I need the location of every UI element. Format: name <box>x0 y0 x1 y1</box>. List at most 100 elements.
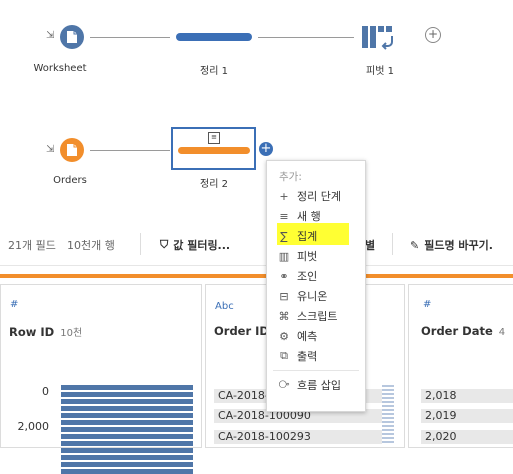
histogram-bar[interactable] <box>61 462 193 467</box>
menu-divider <box>273 370 359 371</box>
field-name: Order Date 4 <box>421 324 505 338</box>
script-icon: ⌘ <box>278 309 290 323</box>
hidden-fields-label: 별 <box>365 239 376 252</box>
menu-item-join[interactable]: ⚭ 조인 <box>267 266 365 286</box>
scroll-density-bar[interactable] <box>382 385 394 445</box>
field-count-badge: 4 <box>498 327 506 338</box>
field-count-badge: 10천 <box>60 328 83 339</box>
pivot1-node-label: 피벗 1 <box>366 66 394 77</box>
menu-item-label: 집계 <box>297 230 318 243</box>
field-name: Row ID 10천 <box>9 324 82 339</box>
histogram-bar[interactable] <box>61 469 193 474</box>
document-icon <box>67 31 77 43</box>
add-step-icon[interactable]: + <box>425 27 441 43</box>
clean1-node[interactable] <box>176 33 252 41</box>
pivot-node-icon <box>362 26 393 50</box>
axis-tick-label: 2,000 <box>17 420 50 433</box>
histogram-bar[interactable] <box>61 427 193 432</box>
clean2-node-label: 정리 2 <box>200 179 228 190</box>
menu-item-label: 유니온 <box>297 290 328 303</box>
menu-item-pivot[interactable]: ▥ 피벗 <box>267 246 365 266</box>
menu-item-script[interactable]: ⌘ 스크립트 <box>267 306 365 326</box>
menu-item-label: 정리 단계 <box>297 190 341 203</box>
value-row[interactable]: 2,020 <box>421 430 513 444</box>
histogram-bar[interactable] <box>61 385 193 390</box>
rename-fields-label: 필드명 바꾸기. <box>424 239 493 252</box>
orders-node-label: Orders <box>53 175 87 186</box>
sigma-icon: ∑ <box>280 229 288 243</box>
rename-fields-button[interactable]: ✎ 필드명 바꾸기. <box>410 237 493 253</box>
pivot1-node[interactable] <box>360 24 400 54</box>
menu-item-output[interactable]: ⧉ 출력 <box>267 346 365 366</box>
string-type-icon[interactable]: Abc <box>215 301 234 312</box>
filter-values-button[interactable]: ⛉ 값 필터링... <box>160 237 230 253</box>
filter-icon: ⛉ <box>160 238 169 251</box>
menu-item-label: 출력 <box>297 350 318 363</box>
menu-item-label: 조인 <box>297 270 318 283</box>
rename-icon: ✎ <box>410 238 420 252</box>
number-type-icon[interactable]: # <box>423 299 431 310</box>
connector-line <box>90 150 170 151</box>
connector-line <box>258 37 354 38</box>
menu-item-label: 새 행 <box>297 210 321 223</box>
menu-item-label: 피벗 <box>297 250 318 263</box>
connector-line <box>90 37 170 38</box>
field-name-text: Row ID <box>9 325 55 339</box>
histogram-bar[interactable] <box>61 441 193 446</box>
histogram-bar[interactable] <box>61 406 193 411</box>
join-icon: ⚭ <box>279 269 289 283</box>
field-name-text: Order ID <box>214 324 269 338</box>
source-link-icon: ⇲ <box>46 144 55 155</box>
profile-card-row-id[interactable]: # Row ID 10천 0 2,000 <box>0 284 202 474</box>
filter-values-label: 값 필터링... <box>173 239 231 252</box>
menu-item-label: 스크립트 <box>297 310 338 323</box>
histogram-bar[interactable] <box>61 455 193 460</box>
value-row[interactable]: CA-2018-100293 <box>214 430 394 444</box>
profile-card-order-date[interactable]: # Order Date 4 2,018 2,019 2,020 <box>408 284 513 448</box>
menu-item-new-rows[interactable]: ≡ 새 행 <box>267 206 365 226</box>
toolbar-divider <box>392 233 393 255</box>
value-row[interactable]: 2,018 <box>421 389 513 403</box>
union-icon: ⊟ <box>279 289 289 303</box>
menu-header: 추가: <box>279 171 302 183</box>
add-step-button-icon[interactable]: + <box>259 142 273 156</box>
new-rows-icon: ≡ <box>279 209 289 223</box>
step-color-bar <box>0 274 513 278</box>
hidden-fields-button[interactable]: 별 <box>365 237 375 253</box>
clean1-node-label: 정리 1 <box>200 66 228 77</box>
toolbar-divider <box>140 233 141 255</box>
histogram-bar[interactable] <box>61 413 193 418</box>
source-link-icon: ⇲ <box>46 30 55 41</box>
insert-flow-icon: ⧂ <box>278 378 290 391</box>
field-count: 21개 필드 <box>8 239 56 252</box>
clean2-node <box>178 147 250 154</box>
worksheet-node[interactable] <box>60 25 84 49</box>
menu-item-union[interactable]: ⊟ 유니온 <box>267 286 365 306</box>
histogram-bar[interactable] <box>61 392 193 397</box>
orders-node[interactable] <box>60 138 84 162</box>
histogram-bar[interactable] <box>61 448 193 453</box>
plus-icon: + <box>279 189 289 203</box>
row-count: 10천개 행 <box>67 239 115 252</box>
clean-step-icon: ≡ <box>208 132 220 144</box>
menu-item-aggregate[interactable]: ∑ 집계 <box>267 226 365 246</box>
axis-tick-label: 0 <box>42 385 49 398</box>
number-type-icon[interactable]: # <box>10 299 18 310</box>
menu-item-clean-step[interactable]: + 정리 단계 <box>267 186 365 206</box>
histogram-bar[interactable] <box>61 420 193 425</box>
pivot-icon: ▥ <box>278 249 290 263</box>
histogram-bar[interactable] <box>61 399 193 404</box>
clean2-node-selected[interactable]: ≡ <box>171 127 256 170</box>
field-name-text: Order Date <box>421 324 493 338</box>
value-row[interactable]: 2,019 <box>421 409 513 423</box>
document-icon <box>67 144 77 156</box>
menu-item-predict[interactable]: ⚙ 예측 <box>267 326 365 346</box>
menu-item-label: 흐름 삽입 <box>297 379 341 392</box>
worksheet-node-label: Worksheet <box>33 63 87 74</box>
menu-item-insert-flow[interactable]: ⧂ 흐름 삽입 <box>267 375 365 395</box>
predict-icon: ⚙ <box>279 329 289 343</box>
histogram-bar[interactable] <box>61 434 193 439</box>
output-icon: ⧉ <box>280 349 288 362</box>
menu-item-label: 예측 <box>297 330 318 343</box>
add-step-menu: 추가: + 정리 단계 ≡ 새 행 ∑ 집계 ▥ 피벗 ⚭ 조인 ⊟ 유니온 ⌘ 스크립트 ⚙… <box>266 160 366 412</box>
